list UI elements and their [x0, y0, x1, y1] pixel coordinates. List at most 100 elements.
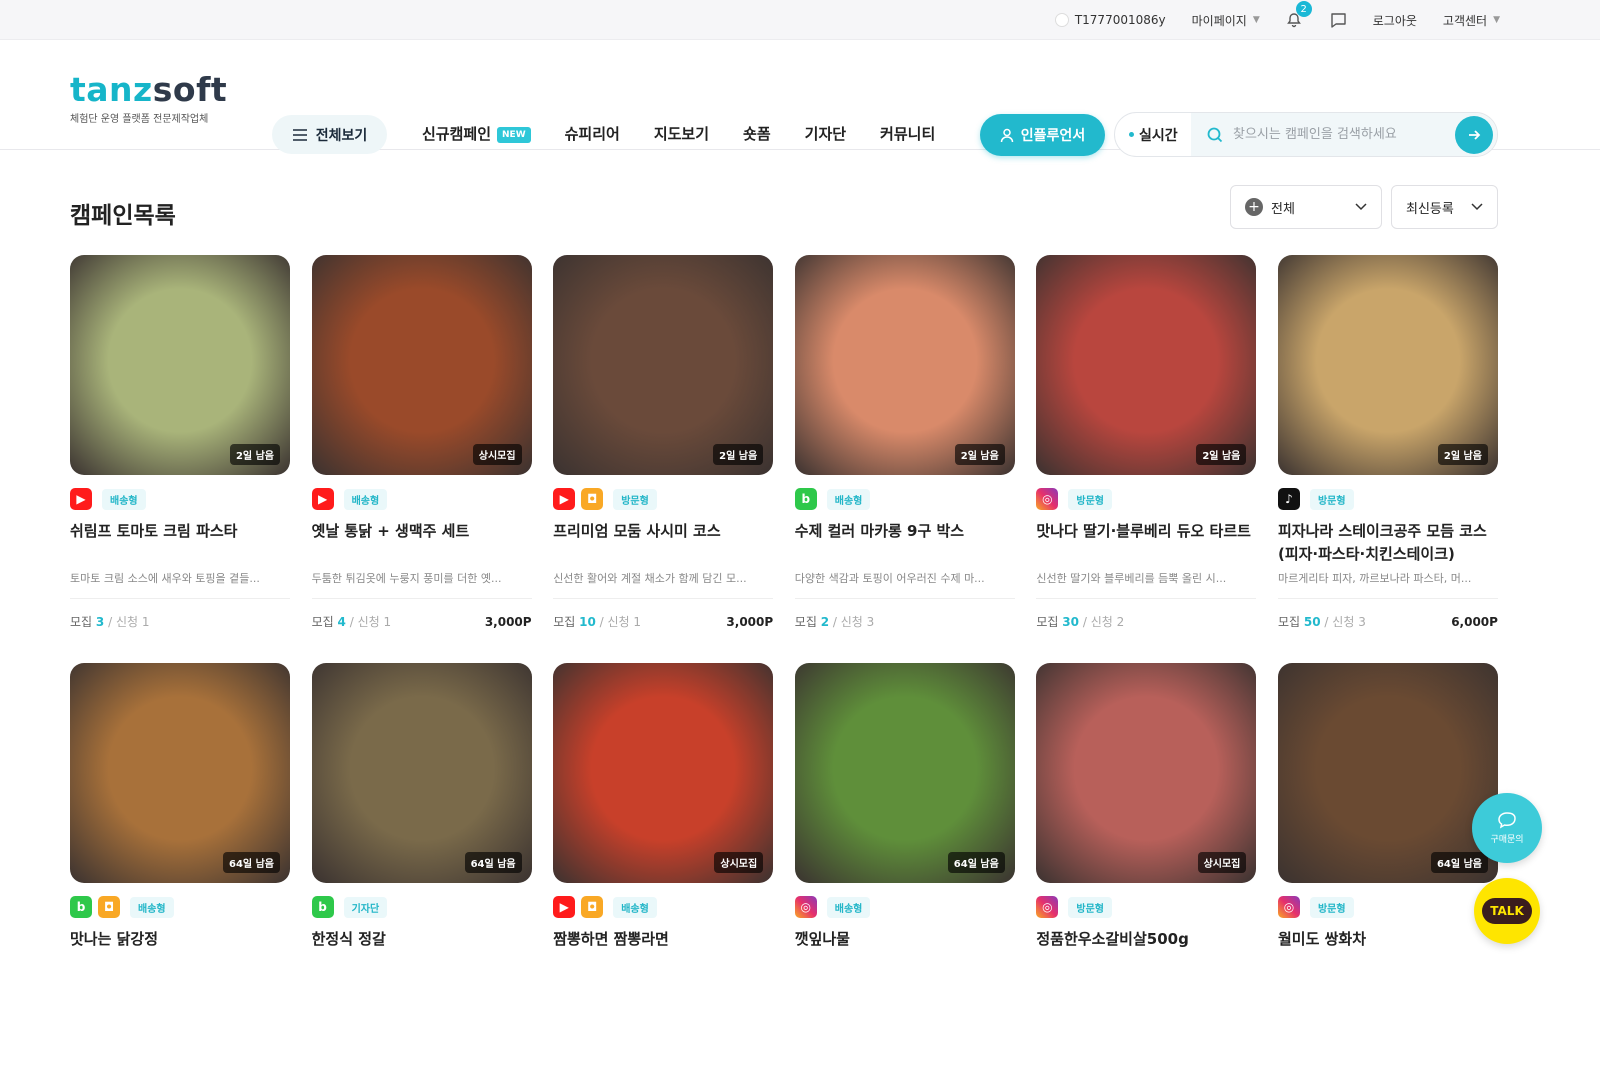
campaign-thumbnail[interactable]: 2일 남음	[1277, 255, 1498, 475]
recruit-count: 모집 50 / 신청 3	[1277, 615, 1366, 629]
campaign-grid: 2일 남음 ▶ 배송형 쉬림프 토마토 크림 파스타 토마토 크림 소스에 새우와 토핑…	[70, 255, 1498, 1071]
campaign-card[interactable]: 2일 남음 ◎ 방문형 맛나다 딸기·블루베리 듀오 타르트 신선한 딸기와 블루베리를…	[1036, 255, 1257, 663]
deadline-badge: 64일 남음	[1430, 852, 1488, 873]
reward-point: 3,000P	[726, 614, 774, 629]
campaign-card[interactable]: 64일 남음 b 기자단한정식 정갈	[311, 663, 532, 1071]
realtime-toggle[interactable]: 실시간	[1115, 125, 1191, 145]
campaign-description: 마르게리타 피자, 까르보나라 파스타, 머...	[1277, 570, 1498, 599]
campaign-thumbnail[interactable]: 64일 남음	[794, 663, 1015, 883]
instagram-icon: ◎	[1277, 896, 1300, 918]
campaign-title[interactable]: 피자나라 스테이크공주 모듬 코스 (피자·파스타·치킨스테이크)	[1278, 520, 1498, 566]
campaign-title[interactable]: 짬뽕하면 짬뽕라면	[553, 928, 773, 974]
campaign-thumbnail[interactable]: 64일 남음	[70, 663, 290, 883]
campaign-thumbnail[interactable]: 2일 남음	[553, 255, 774, 475]
campaign-title[interactable]: 쉬림프 토마토 크림 파스타	[70, 520, 290, 566]
campaign-title[interactable]: 한정식 정갈	[312, 928, 532, 974]
campaign-card[interactable]: 2일 남음 ▶ ◘ 방문형 프리미엄 모둠 사시미 코스 신선한 활어와 계절 채소가 함…	[553, 255, 774, 663]
campaign-title[interactable]: 깻잎나물	[795, 928, 1015, 974]
campaign-thumbnail[interactable]: 2일 남음	[1036, 255, 1257, 475]
nav-shortform[interactable]: 숏폼	[743, 123, 771, 144]
purchase-inquiry-button[interactable]: 구매문의	[1472, 793, 1542, 863]
page-title: 캠페인목록	[70, 203, 176, 229]
campaign-card[interactable]: 2일 남음 ♪ 방문형피자나라 스테이크공주 모듬 코스 (피자·파스타·치킨스테이…	[1277, 255, 1498, 663]
campaign-type-badge: 기자단	[343, 896, 388, 918]
nav-community[interactable]: 커뮤니티	[880, 123, 935, 144]
campaign-description: 두툼한 튀김옷에 누룽지 풍미를 더한 옛...	[311, 570, 532, 599]
user-avatar-icon	[1054, 13, 1069, 27]
nav-superior[interactable]: 슈피리어	[565, 123, 620, 144]
user-id[interactable]: T1777001086y	[1054, 13, 1166, 27]
campaign-title[interactable]: 정품한우소갈비살500g	[1036, 928, 1256, 974]
message-icon[interactable]	[1330, 12, 1347, 28]
nav-map[interactable]: 지도보기	[654, 123, 709, 144]
campaign-thumbnail[interactable]: 상시모집	[311, 255, 532, 475]
search-bar: 실시간	[1114, 112, 1498, 157]
search-input[interactable]	[1233, 127, 1443, 142]
nav-reporter[interactable]: 기자단	[805, 123, 846, 144]
campaign-title[interactable]: 옛날 통닭 + 생맥주 세트	[312, 520, 532, 566]
deadline-badge: 상시모집	[714, 852, 764, 873]
campaign-stats: 모집 10 / 신청 1 3,000P	[553, 613, 773, 630]
channel-tags: ▶ ◘ 방문형	[553, 488, 773, 510]
campaign-type-badge: 방문형	[613, 488, 657, 510]
campaign-title[interactable]: 맛나다 딸기·블루베리 듀오 타르트	[1036, 520, 1256, 566]
recruit-count: 모집 3 / 신청 1	[70, 615, 150, 629]
recruit-count: 모집 4 / 신청 1	[311, 615, 392, 629]
chevron-down-icon: ▼	[1493, 15, 1500, 25]
logo-subtitle: 체험단 운영 플랫폼 전문제작업체	[70, 114, 209, 125]
campaign-thumbnail[interactable]: 64일 남음	[311, 663, 532, 883]
clip-icon: ◘	[98, 896, 120, 918]
kakao-talk-button[interactable]: TALK	[1474, 878, 1540, 944]
campaign-title[interactable]: 맛나는 닭강정	[70, 928, 290, 974]
campaign-type-badge: 배송형	[613, 896, 657, 918]
channel-tags: ◎ 방문형	[1036, 896, 1256, 918]
campaign-type-badge: 방문형	[1068, 896, 1112, 918]
youtube-icon: ▶	[553, 896, 576, 918]
clip-icon: ◘	[581, 896, 604, 918]
campaign-card[interactable]: 64일 남음 ◎ 방문형 월미도 쌍화차	[1277, 663, 1498, 1071]
talk-icon: TALK	[1482, 898, 1532, 924]
campaign-stats: 모집 4 / 신청 1 3,000P	[312, 613, 532, 630]
site-logo[interactable]: tanzsoft 체험단 운영 플랫폼 전문제작업체	[70, 72, 227, 126]
logout-link[interactable]: 로그아웃	[1373, 12, 1417, 29]
search-submit-button[interactable]	[1455, 115, 1493, 154]
campaign-type-badge: 배송형	[826, 896, 871, 918]
instagram-icon: ◎	[1036, 896, 1059, 918]
campaign-card[interactable]: 64일 남음 b ◘ 배송형 맛나는 닭강정	[70, 663, 290, 1071]
campaign-thumbnail[interactable]: 2일 남음	[794, 255, 1015, 475]
campaign-card[interactable]: 상시모집 ▶ 배송형옛날 통닭 + 생맥주 세트두툼한 튀김옷에 누룽지 풍미를 더…	[311, 255, 532, 663]
channel-tags: ◎ 배송형	[794, 896, 1015, 918]
mypage-menu[interactable]: 마이페이지 ▼	[1192, 12, 1260, 29]
campaign-title[interactable]: 월미도 쌍화차	[1278, 928, 1498, 974]
sort-select[interactable]: 최신등록	[1391, 185, 1498, 229]
campaign-stats: 모집 2 / 신청 3	[795, 613, 1015, 630]
category-filter-select[interactable]: + 전체	[1230, 185, 1382, 229]
channel-tags: b 배송형	[794, 488, 1015, 510]
campaign-card[interactable]: 2일 남음 b 배송형수제 컬러 마카롱 9구 박스다양한 색감과 토핑이 어우러진…	[794, 255, 1015, 663]
instagram-icon: ◎	[1036, 488, 1059, 510]
campaign-card[interactable]: 64일 남음 ◎ 배송형깻잎나물	[794, 663, 1015, 1071]
campaign-card[interactable]: 2일 남음 ▶ 배송형 쉬림프 토마토 크림 파스타 토마토 크림 소스에 새우와 토핑…	[70, 255, 290, 663]
hamburger-icon	[292, 128, 307, 141]
campaign-thumbnail[interactable]: 64일 남음	[1277, 663, 1498, 883]
channel-tags: ♪ 방문형	[1277, 488, 1498, 510]
nav-new-campaign[interactable]: 신규캠페인 NEW	[422, 123, 531, 144]
view-all-button[interactable]: 전체보기	[272, 115, 387, 154]
campaign-title[interactable]: 수제 컬러 마카롱 9구 박스	[795, 520, 1015, 566]
campaign-card[interactable]: 상시모집 ▶ ◘ 배송형짬뽕하면 짬뽕라면	[553, 663, 774, 1071]
campaign-thumbnail[interactable]: 2일 남음	[70, 255, 290, 475]
campaign-stats: 모집 3 / 신청 1	[70, 613, 290, 630]
chevron-down-icon	[1471, 203, 1483, 211]
campaign-thumbnail[interactable]: 상시모집	[1036, 663, 1257, 883]
influencer-button[interactable]: 인플루언서	[980, 114, 1105, 156]
campaign-description: 다양한 색감과 토핑이 어우러진 수제 마...	[794, 570, 1015, 599]
notification-bell-icon[interactable]: 2	[1286, 1, 1312, 29]
channel-tags: ▶ 배송형	[311, 488, 532, 510]
campaign-thumbnail[interactable]: 상시모집	[553, 663, 774, 883]
campaign-type-badge: 방문형	[1309, 488, 1354, 510]
blog-icon: b	[794, 488, 817, 510]
channel-tags: b 기자단	[311, 896, 532, 918]
campaign-card[interactable]: 상시모집 ◎ 방문형정품한우소갈비살500g	[1036, 663, 1257, 1071]
support-menu[interactable]: 고객센터 ▼	[1443, 12, 1500, 29]
campaign-title[interactable]: 프리미엄 모둠 사시미 코스	[553, 520, 773, 566]
